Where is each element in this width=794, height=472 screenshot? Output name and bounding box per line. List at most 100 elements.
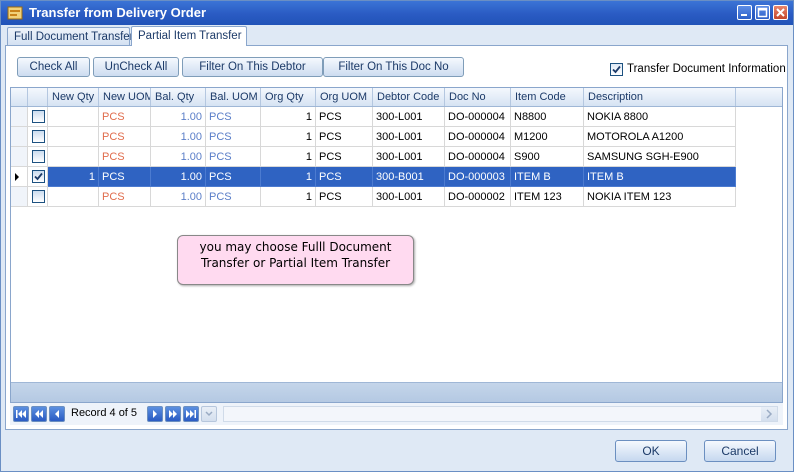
cell-org-qty: 1 — [261, 167, 316, 187]
row-checkbox-cell[interactable] — [28, 187, 48, 207]
close-button[interactable] — [773, 5, 788, 20]
header-bal-uom[interactable]: Bal. UOM — [206, 88, 261, 106]
last-record-icon — [186, 410, 196, 418]
scroll-right-button[interactable] — [761, 407, 777, 421]
filter-debtor-button[interactable]: Filter On This Debtor — [182, 57, 323, 77]
cell-description: MOTOROLA A1200 — [584, 127, 736, 147]
cell-org-qty: 1 — [261, 127, 316, 147]
cell-description: NOKIA 8800 — [584, 107, 736, 127]
dialog-button-bar: OK Cancel — [1, 431, 793, 471]
title-bar[interactable]: Transfer from Delivery Order — [1, 1, 793, 25]
minimize-icon — [741, 14, 747, 16]
header-check[interactable] — [28, 88, 48, 106]
cell-org-uom: PCS — [316, 107, 373, 127]
uncheck-all-button[interactable]: UnCheck All — [93, 57, 179, 77]
hint-note: you may choose Fulll Document Transfer o… — [177, 235, 414, 285]
cell-new-qty[interactable]: 1 — [48, 167, 99, 187]
check-all-button[interactable]: Check All — [17, 57, 90, 77]
header-new-qty[interactable]: New Qty — [48, 88, 99, 106]
cell-description: NOKIA ITEM 123 — [584, 187, 736, 207]
last-record-button[interactable] — [183, 406, 199, 422]
ok-button[interactable]: OK — [615, 440, 687, 462]
checkmark-icon — [34, 172, 43, 181]
cell-item-code: N8800 — [511, 107, 584, 127]
cell-org-uom: PCS — [316, 147, 373, 167]
cancel-button[interactable]: Cancel — [704, 440, 776, 462]
table-row[interactable]: PCS 1.00 PCS 1 PCS 300-L001 DO-000004 S9… — [11, 147, 736, 167]
cell-debtor-code: 300-L001 — [373, 147, 445, 167]
row-indicator — [11, 127, 28, 147]
transfer-dialog: Transfer from Delivery Order Full Docume… — [0, 0, 794, 472]
table-row-selected[interactable]: 1 PCS 1.00 PCS 1 PCS 300-B001 DO-000003 … — [11, 167, 736, 187]
cell-item-code: ITEM 123 — [511, 187, 584, 207]
row-checkbox-cell[interactable] — [28, 167, 48, 187]
next-record-button[interactable] — [147, 406, 163, 422]
table-row[interactable]: PCS 1.00 PCS 1 PCS 300-L001 DO-000004 N8… — [11, 107, 736, 127]
cell-bal-uom: PCS — [206, 107, 261, 127]
cell-org-uom: PCS — [316, 127, 373, 147]
minimize-button[interactable] — [737, 5, 752, 20]
header-bal-qty[interactable]: Bal. Qty — [151, 88, 206, 106]
header-doc-no[interactable]: Doc No — [445, 88, 511, 106]
cell-doc-no: DO-000003 — [445, 167, 511, 187]
row-checkbox[interactable] — [32, 110, 45, 123]
row-indicator — [11, 147, 28, 167]
record-position: Record 4 of 5 — [71, 407, 138, 419]
next-record-icon — [153, 410, 157, 418]
cell-new-uom[interactable]: PCS — [99, 167, 151, 187]
record-navigator: Record 4 of 5 — [10, 403, 783, 425]
more-options-button[interactable] — [201, 406, 217, 422]
cell-bal-qty: 1.00 — [151, 127, 206, 147]
horizontal-scrollbar[interactable] — [223, 406, 778, 422]
cell-item-code: M1200 — [511, 127, 584, 147]
cell-debtor-code: 300-L001 — [373, 107, 445, 127]
header-description[interactable]: Description — [584, 88, 736, 106]
row-indicator — [11, 187, 28, 207]
cell-bal-qty: 1.00 — [151, 187, 206, 207]
cell-bal-uom: PCS — [206, 187, 261, 207]
tab-partial-item-transfer[interactable]: Partial Item Transfer — [131, 26, 247, 46]
table-row[interactable]: PCS 1.00 PCS 1 PCS 300-L001 DO-000004 M1… — [11, 127, 736, 147]
header-new-uom[interactable]: New UOM — [99, 88, 151, 106]
row-checkbox-cell[interactable] — [28, 107, 48, 127]
previous-page-icon — [35, 410, 43, 418]
row-checkbox[interactable] — [32, 150, 45, 163]
transfer-info-checkbox[interactable] — [610, 63, 623, 76]
maximize-button[interactable] — [755, 5, 770, 20]
row-checkbox-cell[interactable] — [28, 147, 48, 167]
row-checkbox[interactable] — [32, 190, 45, 203]
cell-new-uom[interactable]: PCS — [99, 127, 151, 147]
row-checkbox-cell[interactable] — [28, 127, 48, 147]
cell-new-qty[interactable] — [48, 127, 99, 147]
cell-new-uom[interactable]: PCS — [99, 187, 151, 207]
cell-debtor-code: 300-L001 — [373, 127, 445, 147]
cell-new-uom[interactable]: PCS — [99, 147, 151, 167]
tab-full-document-transfer[interactable]: Full Document Transfer — [7, 27, 134, 45]
previous-record-button[interactable] — [49, 406, 65, 422]
close-icon — [776, 8, 785, 17]
cell-new-qty[interactable] — [48, 107, 99, 127]
cell-new-qty[interactable] — [48, 187, 99, 207]
table-row[interactable]: PCS 1.00 PCS 1 PCS 300-L001 DO-000002 IT… — [11, 187, 736, 207]
header-org-uom[interactable]: Org UOM — [316, 88, 373, 106]
row-checkbox[interactable] — [32, 170, 45, 183]
cell-debtor-code: 300-B001 — [373, 167, 445, 187]
scroll-right-icon — [766, 409, 773, 419]
cell-doc-no: DO-000002 — [445, 187, 511, 207]
header-item-code[interactable]: Item Code — [511, 88, 584, 106]
cell-new-uom[interactable]: PCS — [99, 107, 151, 127]
cell-bal-uom: PCS — [206, 127, 261, 147]
row-checkbox[interactable] — [32, 130, 45, 143]
current-row-arrow-icon — [15, 173, 19, 181]
first-record-button[interactable] — [13, 406, 29, 422]
row-indicator — [11, 167, 28, 187]
header-debtor-code[interactable]: Debtor Code — [373, 88, 445, 106]
header-indicator — [11, 88, 28, 106]
next-page-button[interactable] — [165, 406, 181, 422]
cell-new-qty[interactable] — [48, 147, 99, 167]
previous-page-button[interactable] — [31, 406, 47, 422]
filter-doc-button[interactable]: Filter On This Doc No — [323, 57, 464, 77]
cell-bal-qty: 1.00 — [151, 147, 206, 167]
cell-item-code: ITEM B — [511, 167, 584, 187]
header-org-qty[interactable]: Org Qty — [261, 88, 316, 106]
